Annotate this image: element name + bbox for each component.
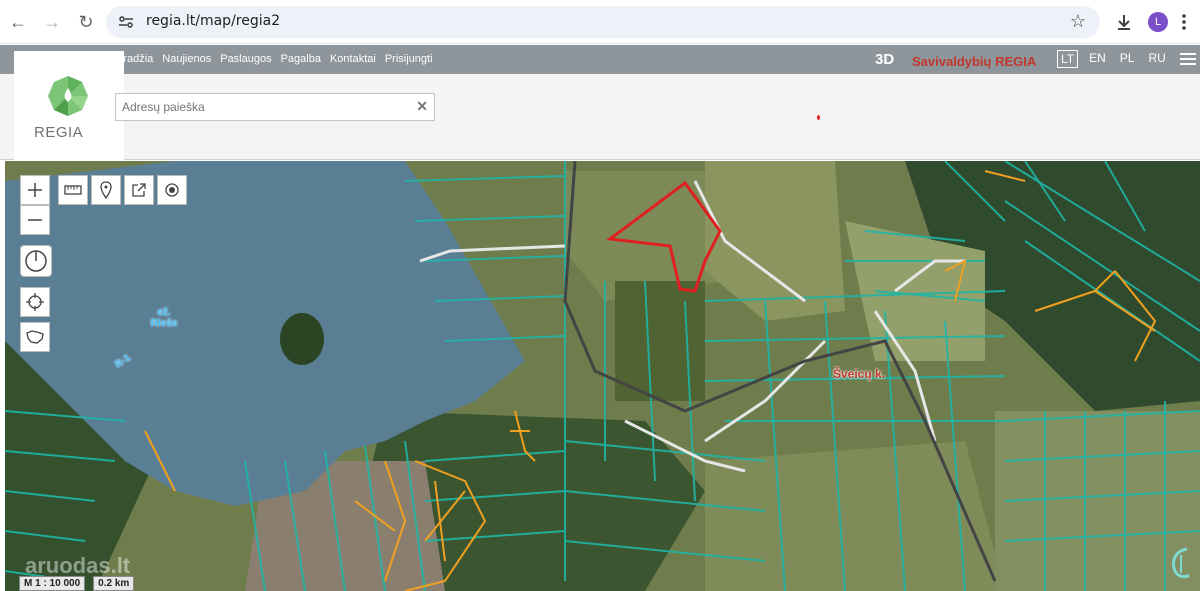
scale-distance: 0.2 km — [93, 576, 135, 591]
clear-search-icon[interactable]: ✕ — [416, 98, 428, 115]
menu-item-kontaktai[interactable]: Kontaktai — [330, 53, 376, 65]
main-menu: Pradžia Naujienos Paslaugos Pagalba Kont… — [116, 53, 433, 65]
share-button[interactable] — [124, 175, 154, 205]
menu-item-pradzia[interactable]: Pradžia — [116, 53, 153, 65]
hamburger-menu-icon[interactable] — [1180, 52, 1196, 66]
lang-en[interactable]: EN — [1086, 50, 1109, 68]
more-menu-icon[interactable] — [1178, 12, 1190, 32]
bookmark-star-icon[interactable]: ☆ — [1070, 11, 1086, 32]
red-marker-dot — [817, 115, 820, 120]
menu-item-naujienos[interactable]: Naujienos — [162, 53, 211, 65]
zoom-in-button[interactable] — [20, 175, 50, 205]
menu-item-pagalba[interactable]: Pagalba — [281, 53, 321, 65]
minus-icon — [28, 219, 42, 221]
back-icon[interactable]: ← — [6, 10, 30, 34]
compass-icon — [25, 250, 47, 272]
plus-icon — [28, 183, 42, 197]
lake-name-label: ež. Rieše — [150, 307, 178, 329]
profile-avatar[interactable]: L — [1148, 12, 1168, 32]
url-text[interactable]: regia.lt/map/regia2 — [146, 13, 280, 29]
logo-text: REGIA — [34, 124, 84, 141]
lang-pl[interactable]: PL — [1117, 50, 1138, 68]
3d-mode-link[interactable]: 3D — [875, 51, 894, 68]
scale-bar: M 1 : 10 000 0.2 km — [19, 576, 135, 591]
zoom-out-button[interactable] — [20, 205, 50, 235]
logo-tab — [14, 51, 124, 74]
ruler-icon — [64, 185, 82, 195]
scale-ratio: M 1 : 10 000 — [19, 576, 86, 591]
lithuania-map-icon — [26, 330, 44, 344]
language-switcher: LT EN PL RU — [1057, 50, 1169, 68]
map-canvas[interactable]: ež. Rieše R-1 Šveicų k. aruodas.lt M 1 :… — [5, 161, 1200, 591]
target-button[interactable] — [157, 175, 187, 205]
menu-item-prisijungti[interactable]: Prisijungti — [385, 53, 433, 65]
site-settings-icon[interactable] — [118, 14, 134, 30]
measure-button[interactable] — [58, 175, 88, 205]
marker-button[interactable] — [91, 175, 121, 205]
orthophoto-layer — [5, 161, 1200, 591]
brand-title: Savivaldybių REGIA — [912, 54, 1037, 69]
browser-toolbar: ← → ↻ regia.lt/map/regia2 ☆ L — [0, 0, 1200, 44]
address-search: ✕ — [115, 93, 435, 121]
address-search-input[interactable] — [116, 94, 406, 120]
lake-island — [280, 313, 324, 365]
address-bar[interactable]: regia.lt/map/regia2 ☆ — [106, 6, 1100, 38]
regia-corner-logo-icon — [1172, 547, 1190, 579]
reload-icon[interactable]: ↻ — [74, 10, 98, 34]
target-icon — [165, 183, 179, 197]
regia-logo[interactable] — [14, 74, 124, 160]
rotate-compass-button[interactable] — [20, 245, 52, 277]
forward-icon[interactable]: → — [40, 10, 64, 34]
locate-button[interactable] — [20, 287, 50, 317]
country-extent-button[interactable] — [20, 322, 50, 352]
share-icon — [132, 183, 146, 197]
village-label: Šveicų k. — [833, 367, 886, 381]
map-pin-icon — [100, 181, 112, 199]
download-icon[interactable] — [1114, 12, 1134, 32]
crosshair-icon — [26, 293, 44, 311]
lang-lt[interactable]: LT — [1057, 50, 1079, 68]
lang-ru[interactable]: RU — [1145, 50, 1168, 68]
menu-item-paslaugos[interactable]: Paslaugos — [220, 53, 271, 65]
